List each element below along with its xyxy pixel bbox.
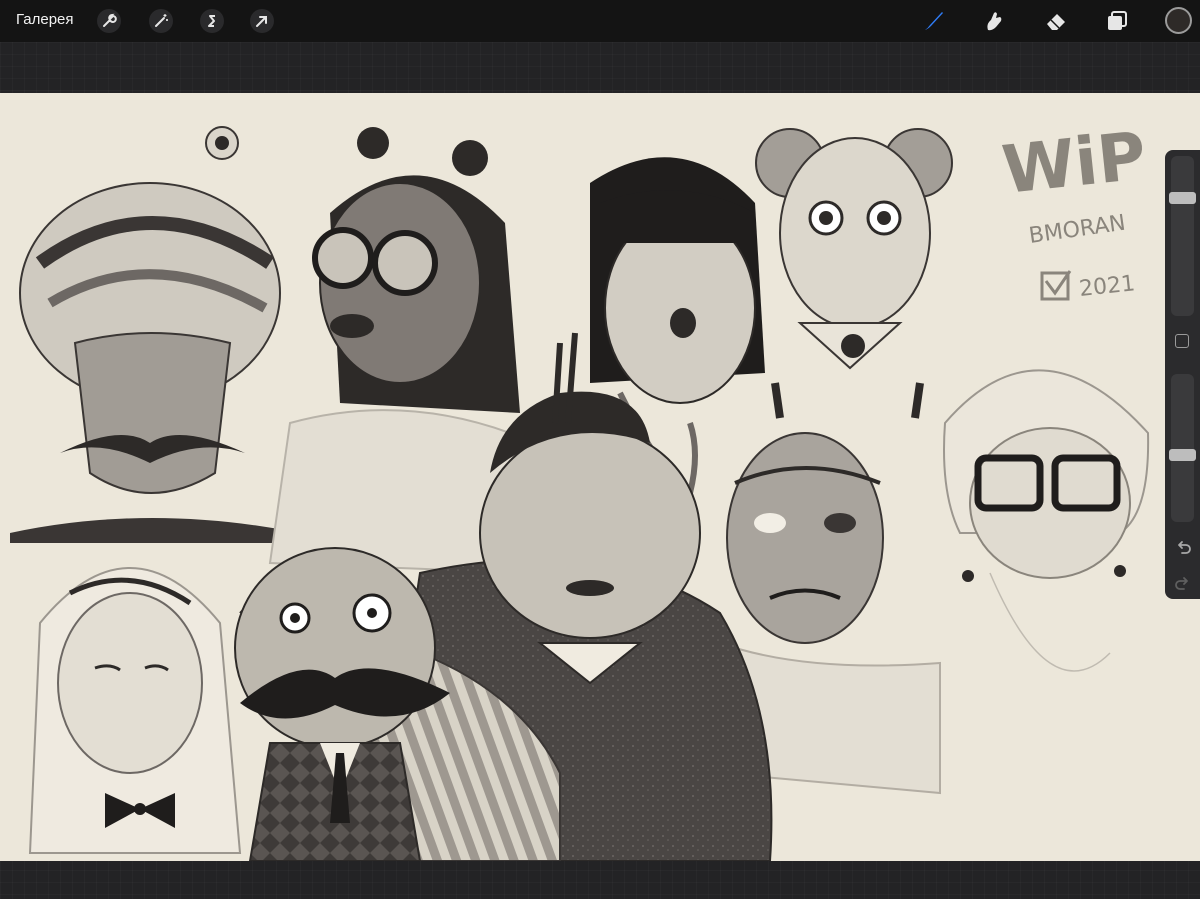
- modify-square-icon[interactable]: [1175, 334, 1189, 348]
- smudge-finger-icon[interactable]: [981, 8, 1007, 34]
- layers-icon[interactable]: [1104, 8, 1130, 34]
- turban-man-sketch: [10, 126, 300, 543]
- selection-s-icon[interactable]: [199, 8, 225, 34]
- year-label: 2021: [1078, 271, 1136, 302]
- brush-sidebar: [1165, 150, 1200, 599]
- eraser-icon[interactable]: [1043, 8, 1069, 34]
- drawing-canvas[interactable]: WiP BMORAN 2021: [0, 93, 1200, 861]
- wip-label: WiP: [999, 117, 1150, 209]
- magic-wand-icon[interactable]: [148, 8, 174, 34]
- brush-icon[interactable]: [921, 8, 947, 34]
- opacity-slider[interactable]: [1169, 374, 1196, 522]
- wrench-icon[interactable]: [96, 8, 122, 34]
- undo-icon[interactable]: [1173, 537, 1193, 557]
- gallery-button[interactable]: Галерея: [16, 11, 74, 28]
- color-picker-swatch[interactable]: [1165, 7, 1192, 34]
- author-label: BMORAN: [1027, 211, 1127, 249]
- arrow-cursor-icon[interactable]: [249, 8, 275, 34]
- old-lady-sketch: [943, 369, 1150, 672]
- bun-hair-woman-sketch: [755, 128, 953, 419]
- wip-signature: WiP BMORAN 2021: [999, 117, 1150, 302]
- blonde-woman-sketch: [28, 567, 242, 854]
- redo-icon[interactable]: [1173, 573, 1193, 593]
- opacity-thumb[interactable]: [1169, 449, 1196, 461]
- brush-size-thumb[interactable]: [1169, 192, 1196, 204]
- character-sketch-artwork: WiP BMORAN 2021: [10, 117, 1150, 861]
- brush-size-slider[interactable]: [1169, 156, 1196, 316]
- top-toolbar: Галерея: [0, 0, 1200, 42]
